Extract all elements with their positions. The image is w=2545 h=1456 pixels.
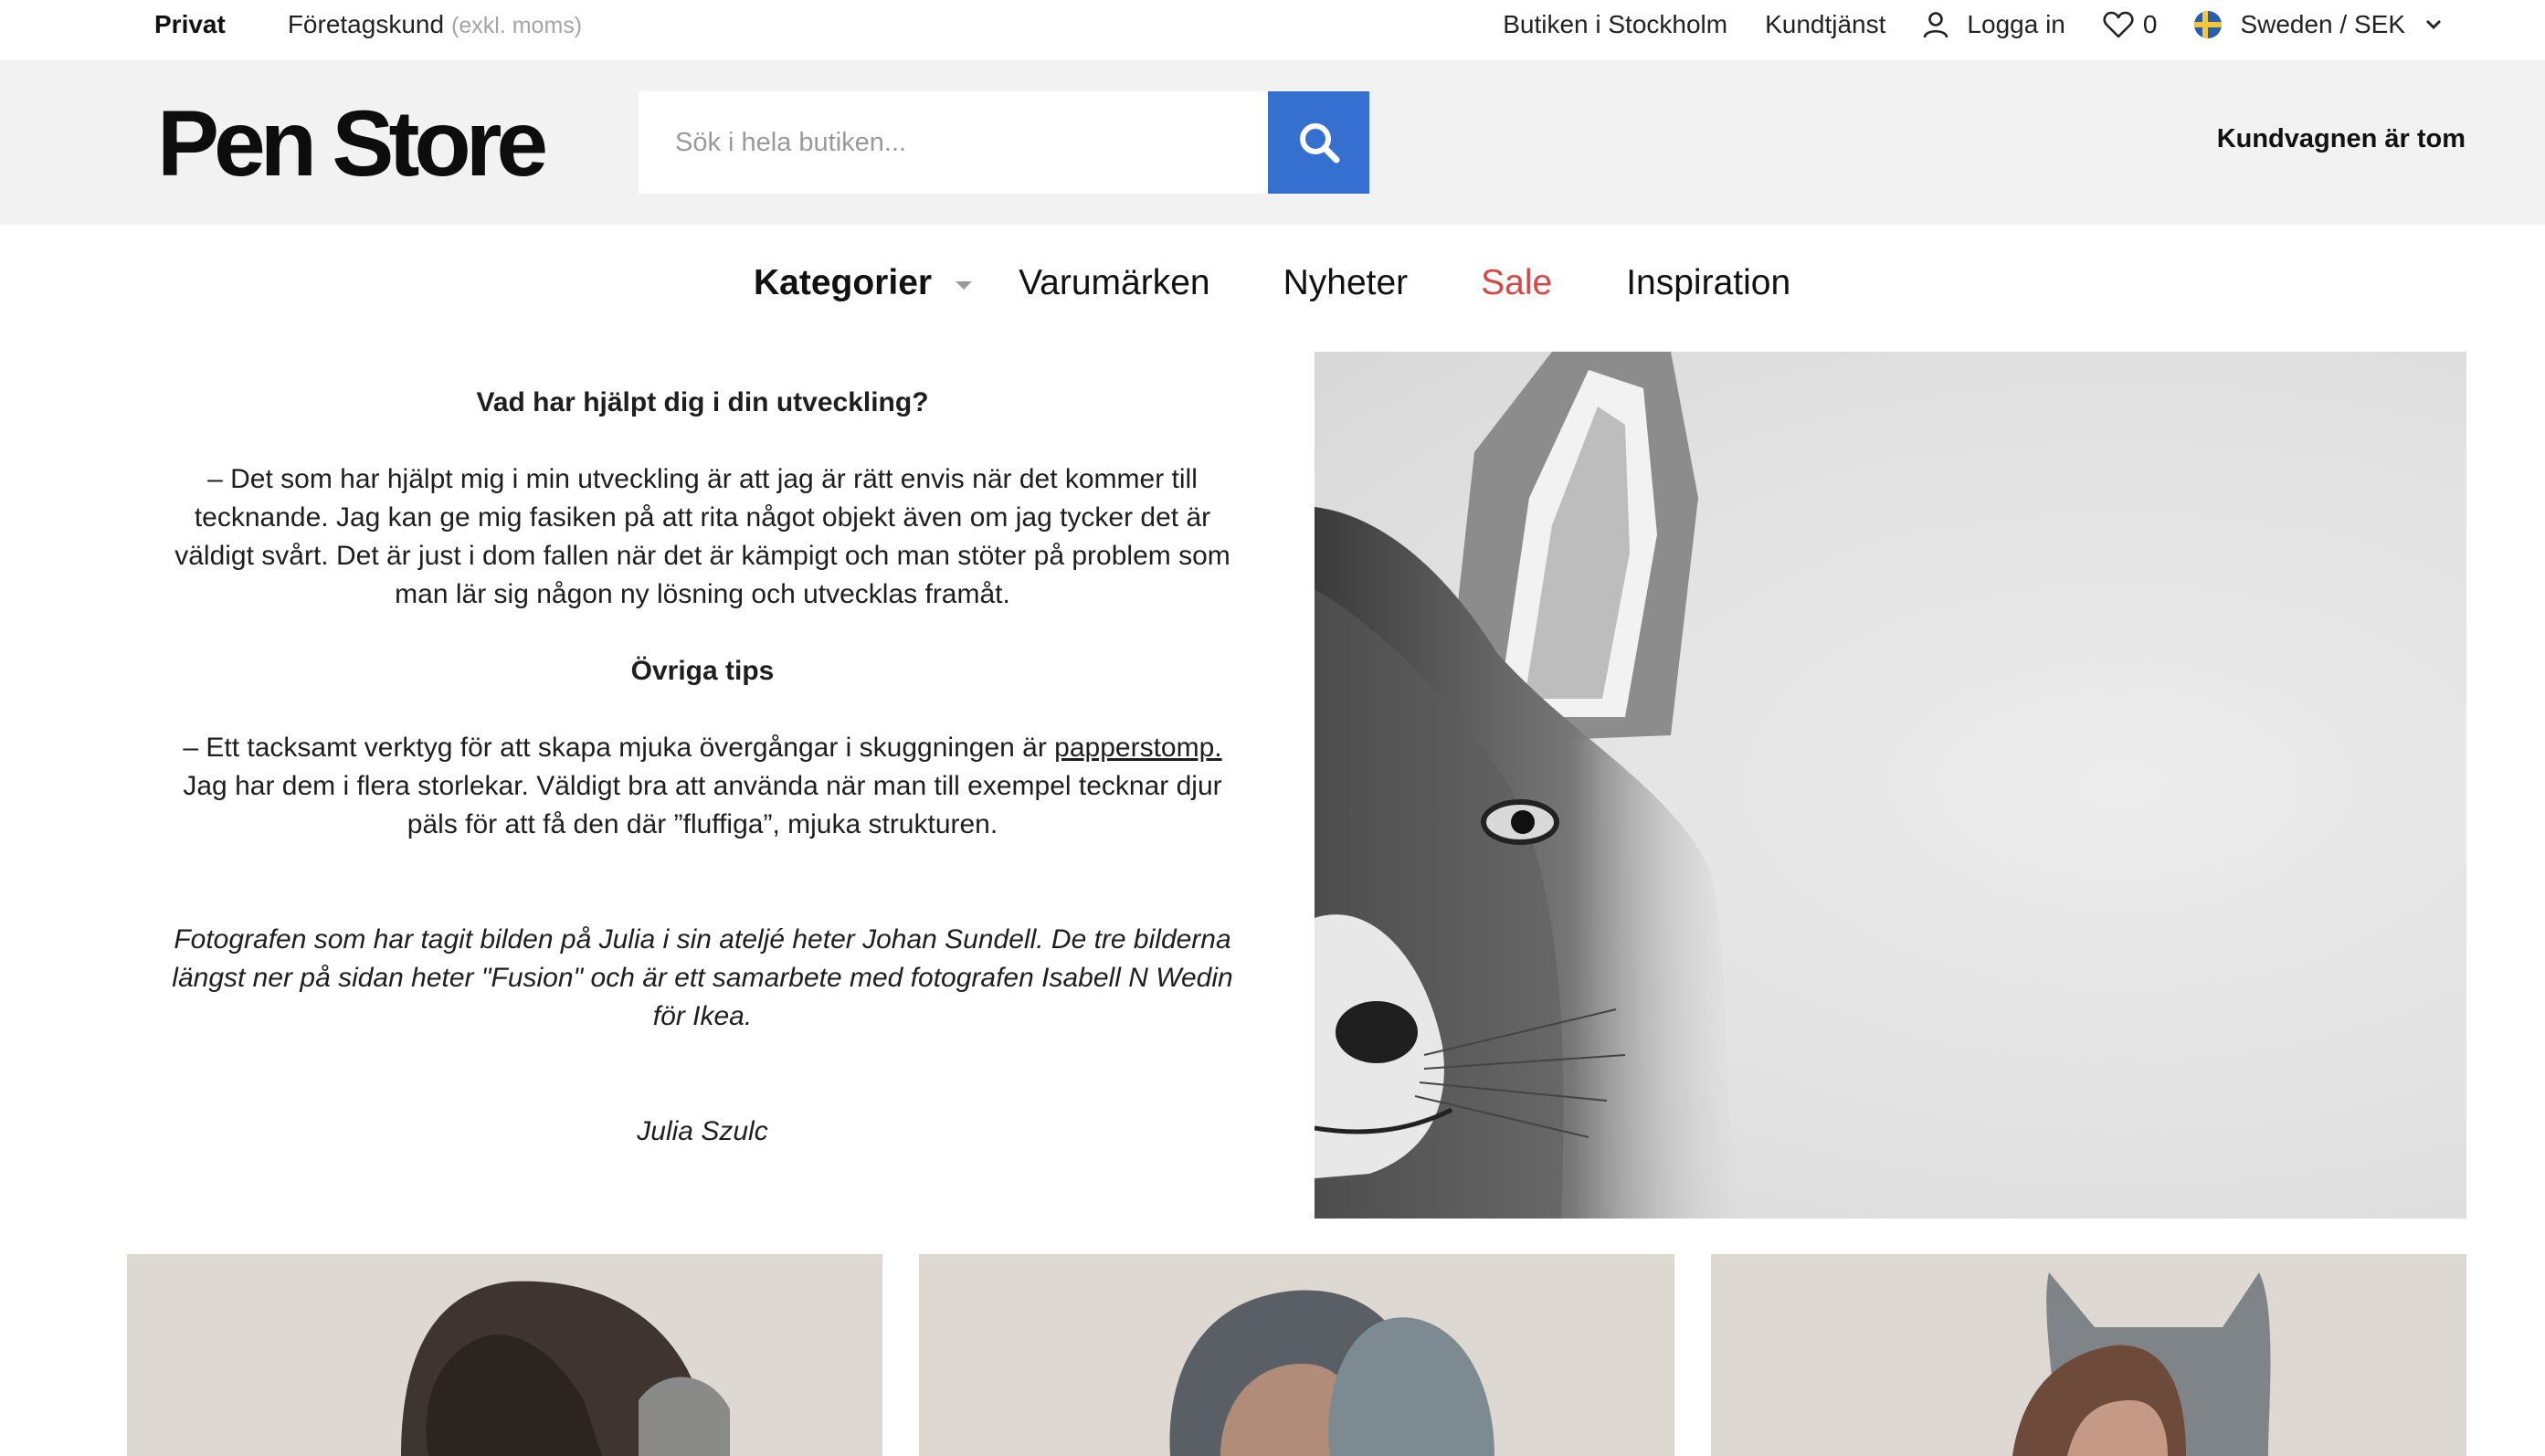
wishlist-count: 0 bbox=[2142, 10, 2158, 38]
customer-service-link[interactable]: Kundtjänst bbox=[1765, 10, 1885, 39]
nav-item-kategorier[interactable]: Kategorier bbox=[754, 263, 973, 303]
author-signature: Julia Szulc bbox=[637, 1116, 768, 1146]
login-link[interactable]: Logga in bbox=[1923, 10, 2065, 39]
nav-item-sale[interactable]: Sale bbox=[1481, 263, 1552, 303]
search-input[interactable] bbox=[639, 91, 1268, 194]
article-text: Vad har hjälpt dig i din utveckling? – D… bbox=[167, 384, 1238, 1151]
cart-status[interactable]: Kundvagnen är tom bbox=[2217, 124, 2466, 154]
store-stockholm-link[interactable]: Butiken i Stockholm bbox=[1503, 10, 1727, 39]
answer-paragraph-1: – Det som har hjälpt mig i min utvecklin… bbox=[174, 464, 1230, 609]
foretagskund-label: Företagskund bbox=[287, 10, 445, 38]
gallery-image-3[interactable] bbox=[1711, 1254, 2466, 1456]
tips-text-prefix: – Ett tacksamt verktyg för att skapa mju… bbox=[183, 733, 1047, 763]
chevron-down-icon bbox=[2426, 20, 2441, 29]
nav-item-varumarken[interactable]: Varumärken bbox=[1019, 263, 1210, 303]
wishlist-link[interactable]: 0 bbox=[2103, 10, 2158, 39]
utility-links: Butiken i Stockholm Kundtjänst Logga in … bbox=[1503, 0, 2442, 49]
exkl-moms-note: (exkl. moms) bbox=[451, 13, 583, 38]
nav-item-nyheter[interactable]: Nyheter bbox=[1283, 263, 1409, 303]
caret-down-icon bbox=[956, 280, 973, 290]
gallery-image-2[interactable] bbox=[919, 1254, 1674, 1456]
fox-drawing-image bbox=[1315, 352, 2466, 1219]
papperstomp-link[interactable]: papperstomp. bbox=[1054, 733, 1221, 763]
logo[interactable]: Pen Store bbox=[157, 97, 548, 190]
customer-type-switch: Privat Företagskund (exkl. moms) bbox=[154, 0, 582, 49]
search-bar bbox=[639, 91, 1369, 194]
answer-paragraph-2: – Ett tacksamt verktyg för att skapa mju… bbox=[167, 729, 1238, 844]
main-nav: Kategorier Varumärken Nyheter Sale Inspi… bbox=[0, 225, 2545, 351]
photo-caption: Fotografen som har tagit bilden på Julia… bbox=[172, 924, 1233, 1031]
region-selector[interactable]: Sweden / SEK bbox=[2194, 10, 2442, 39]
question-heading-1: Vad har hjälpt dig i din utveckling? bbox=[476, 387, 929, 417]
nav-kategorier-label: Kategorier bbox=[754, 263, 933, 302]
heart-icon bbox=[2103, 11, 2134, 38]
search-icon bbox=[1299, 123, 1339, 164]
privat-link[interactable]: Privat bbox=[154, 10, 226, 39]
login-label: Logga in bbox=[1967, 10, 2065, 38]
tips-text-suffix: Jag har dem i flera storlekar. Väldigt b… bbox=[183, 771, 1222, 839]
question-heading-2: Övriga tips bbox=[630, 656, 775, 686]
fusion-gallery bbox=[127, 1254, 2466, 1456]
nav-item-inspiration[interactable]: Inspiration bbox=[1626, 263, 1790, 303]
sweden-flag-icon bbox=[2194, 11, 2223, 38]
search-button[interactable] bbox=[1268, 91, 1369, 194]
site-header: Pen Store Kundvagnen är tom bbox=[0, 60, 2545, 225]
region-label: Sweden / SEK bbox=[2240, 10, 2405, 38]
top-utility-bar: Privat Företagskund (exkl. moms) Butiken … bbox=[0, 0, 2545, 60]
user-icon bbox=[1924, 12, 1948, 38]
foretagskund-link[interactable]: Företagskund (exkl. moms) bbox=[288, 10, 582, 39]
gallery-image-1[interactable] bbox=[127, 1254, 882, 1456]
